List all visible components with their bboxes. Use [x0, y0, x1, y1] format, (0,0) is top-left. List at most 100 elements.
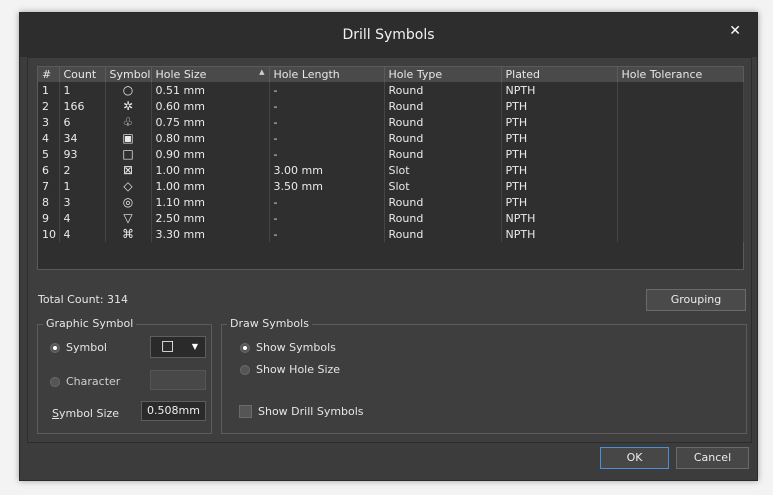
row-hole-length: - [269, 210, 385, 226]
row-symbol: ○ [105, 82, 152, 98]
drill-symbols-dialog: Drill Symbols ✕ # Count Symbol Hole Size [19, 12, 758, 481]
row-hole-length: - [269, 82, 385, 98]
row-hole-type: Round [384, 146, 502, 162]
ok-button[interactable]: OK [600, 447, 669, 469]
show-hole-size-radio[interactable] [240, 365, 250, 375]
title-bar[interactable]: Drill Symbols ✕ [20, 13, 757, 57]
row-symbol: ✲ [105, 98, 152, 114]
row-plated: PTH [501, 194, 618, 210]
row-count: 1 [59, 82, 106, 98]
row-hole-length: 3.50 mm [269, 178, 385, 194]
col-header-symbol[interactable]: Symbol [105, 67, 152, 82]
row-hole-size: 3.30 mm [151, 226, 270, 242]
symbol-size-label-rest: ymbol Size [58, 407, 120, 420]
drill-table[interactable]: # Count Symbol Hole Size ▲ Hole Length H… [37, 66, 744, 270]
table-row[interactable]: 3 6 ♧ 0.75 mm - Round PTH [38, 114, 744, 130]
table-row[interactable]: 8 3 ◎ 1.10 mm - Round PTH [38, 194, 744, 210]
row-hole-type: Round [384, 226, 502, 242]
row-hole-tolerance [617, 98, 744, 114]
row-symbol: ♧ [105, 114, 152, 130]
row-hole-size: 1.00 mm [151, 178, 270, 194]
show-symbols-radio[interactable] [240, 343, 250, 353]
symbol-size-input[interactable]: 0.508mm [141, 401, 206, 421]
row-hole-tolerance [617, 178, 744, 194]
row-hole-length: 3.00 mm [269, 162, 385, 178]
row-hole-tolerance [617, 130, 744, 146]
total-count: Total Count: 314 [38, 293, 129, 306]
row-symbol: □ [105, 146, 152, 162]
symbol-radio[interactable] [50, 343, 60, 353]
row-hole-tolerance [617, 146, 744, 162]
row-hole-tolerance [617, 82, 744, 98]
row-count: 2 [59, 162, 106, 178]
row-hole-length: - [269, 98, 385, 114]
table-row[interactable]: 2 166 ✲ 0.60 mm - Round PTH [38, 98, 744, 114]
row-hole-size: 0.90 mm [151, 146, 270, 162]
row-hole-length: - [269, 194, 385, 210]
table-row[interactable]: 7 1 ◇ 1.00 mm 3.50 mm Slot PTH [38, 178, 744, 194]
symbol-size-mnemonic: S [52, 407, 59, 420]
row-count: 3 [59, 194, 106, 210]
row-hole-size: 2.50 mm [151, 210, 270, 226]
symbol-select-value: □ [161, 338, 175, 354]
row-hole-tolerance [617, 162, 744, 178]
row-hole-length: - [269, 146, 385, 162]
row-hole-size: 0.51 mm [151, 82, 270, 98]
show-drill-symbols-checkbox[interactable] [239, 405, 252, 418]
table-row[interactable]: 6 2 ⊠ 1.00 mm 3.00 mm Slot PTH [38, 162, 744, 178]
table-row[interactable]: 5 93 □ 0.90 mm - Round PTH [38, 146, 744, 162]
table-body: 1 1 ○ 0.51 mm - Round NPTH 2 166 ✲ 0.60 mm - Round PT… [38, 82, 744, 242]
symbol-size-label: Symbol Size [52, 407, 119, 420]
draw-symbols-legend: Draw Symbols [227, 317, 312, 330]
row-symbol: ⊠ [105, 162, 152, 178]
character-input[interactable] [150, 370, 206, 390]
row-plated: PTH [501, 130, 618, 146]
table-row[interactable]: 9 4 ▽ 2.50 mm - Round NPTH [38, 210, 744, 226]
grouping-button[interactable]: Grouping [646, 289, 746, 311]
col-header-hole-type[interactable]: Hole Type [384, 67, 502, 82]
col-header-count[interactable]: Count [59, 67, 106, 82]
row-hole-length: - [269, 130, 385, 146]
row-hole-size: 1.00 mm [151, 162, 270, 178]
row-hole-type: Round [384, 82, 502, 98]
close-icon[interactable]: ✕ [729, 23, 741, 39]
row-index: 3 [38, 114, 60, 130]
show-drill-symbols-label[interactable]: Show Drill Symbols [258, 405, 364, 418]
table-row[interactable]: 1 1 ○ 0.51 mm - Round NPTH [38, 82, 744, 98]
row-symbol: ⌘ [105, 226, 152, 242]
chevron-down-icon: ▼ [191, 342, 198, 351]
dialog-title: Drill Symbols [342, 27, 435, 43]
row-count: 4 [59, 226, 106, 242]
table-row[interactable]: 10 4 ⌘ 3.30 mm - Round NPTH [38, 226, 744, 242]
row-hole-type: Round [384, 98, 502, 114]
row-hole-tolerance [617, 194, 744, 210]
graphic-symbol-legend: Graphic Symbol [43, 317, 137, 330]
row-count: 6 [59, 114, 106, 130]
row-plated: NPTH [501, 210, 618, 226]
row-index: 8 [38, 194, 60, 210]
col-header-plated[interactable]: Plated [501, 67, 618, 82]
cancel-button[interactable]: Cancel [676, 447, 749, 469]
col-header-hole-length[interactable]: Hole Length [269, 67, 385, 82]
row-count: 34 [59, 130, 106, 146]
character-radio-label[interactable]: Character [66, 375, 120, 388]
row-plated: NPTH [501, 226, 618, 242]
row-hole-size: 1.10 mm [151, 194, 270, 210]
col-header-index[interactable]: # [38, 67, 60, 82]
symbol-select[interactable]: □ ▼ [150, 336, 206, 358]
row-hole-type: Slot [384, 162, 502, 178]
table-row[interactable]: 4 34 ▣ 0.80 mm - Round PTH [38, 130, 744, 146]
row-hole-tolerance [617, 210, 744, 226]
col-header-hole-size-label: Hole Size [155, 68, 207, 81]
show-symbols-label[interactable]: Show Symbols [256, 341, 336, 354]
character-radio[interactable] [50, 377, 60, 387]
row-hole-type: Round [384, 210, 502, 226]
show-hole-size-label[interactable]: Show Hole Size [256, 363, 340, 376]
row-index: 7 [38, 178, 60, 194]
row-hole-tolerance [617, 226, 744, 242]
row-index: 4 [38, 130, 60, 146]
col-header-hole-tolerance[interactable]: Hole Tolerance [617, 67, 744, 82]
col-header-hole-size[interactable]: Hole Size ▲ [151, 67, 270, 82]
symbol-radio-label[interactable]: Symbol [66, 341, 107, 354]
row-index: 10 [38, 226, 60, 242]
